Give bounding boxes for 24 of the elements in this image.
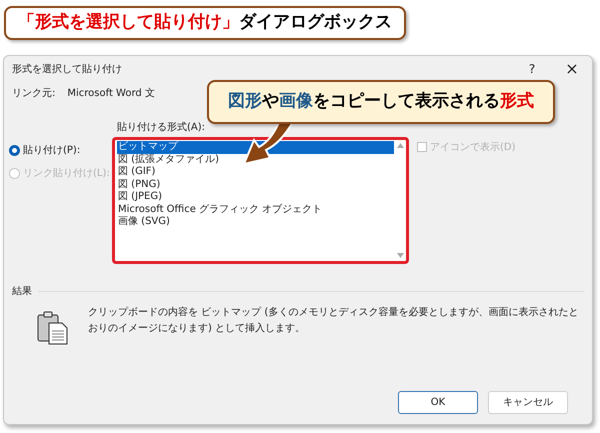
format-option[interactable]: 図 (拡張メタファイル) xyxy=(117,154,394,166)
format-option[interactable]: 画像 (SVG) xyxy=(117,216,394,228)
scroll-down-icon[interactable] xyxy=(396,253,404,258)
format-option[interactable]: Microsoft Office グラフィック オブジェクト xyxy=(117,204,394,216)
result-label: 結果 xyxy=(12,285,32,299)
format-option[interactable]: 図 (PNG) xyxy=(117,178,394,191)
banner-highlight: 「形式を選択して貼り付け」 xyxy=(18,11,239,34)
radio-option[interactable]: 貼り付け(P): xyxy=(9,143,112,158)
list-label: 貼り付ける形式(A): xyxy=(117,120,206,135)
source-label: リンク元: xyxy=(12,87,56,101)
scroll-up-icon[interactable] xyxy=(396,143,404,148)
callout-text: 図形や画像をコピーして表示される形式 xyxy=(228,90,534,114)
format-option[interactable]: 図 (JPEG) xyxy=(117,191,394,204)
source-value: Microsoft Word 文 xyxy=(67,86,155,101)
window-title: 形式を選択して貼り付け xyxy=(12,62,123,76)
banner-text: ダイアログボックス xyxy=(239,11,392,34)
format-option[interactable]: 図 (GIF) xyxy=(117,166,394,178)
clipboard-icon xyxy=(36,311,70,345)
help-button[interactable]: ? xyxy=(512,60,552,78)
format-option[interactable]: ビットマップ xyxy=(117,141,394,154)
result-description: クリップボードの内容を ビットマップ (多くのメモリとディスク容量を必要としますが、画面に表示されたとおりのイメージになります) として挿入します。 xyxy=(88,306,580,336)
cancel-button[interactable]: キャンセル xyxy=(488,391,568,414)
close-button[interactable]: × xyxy=(552,57,592,81)
ok-button[interactable]: OK xyxy=(398,391,478,414)
